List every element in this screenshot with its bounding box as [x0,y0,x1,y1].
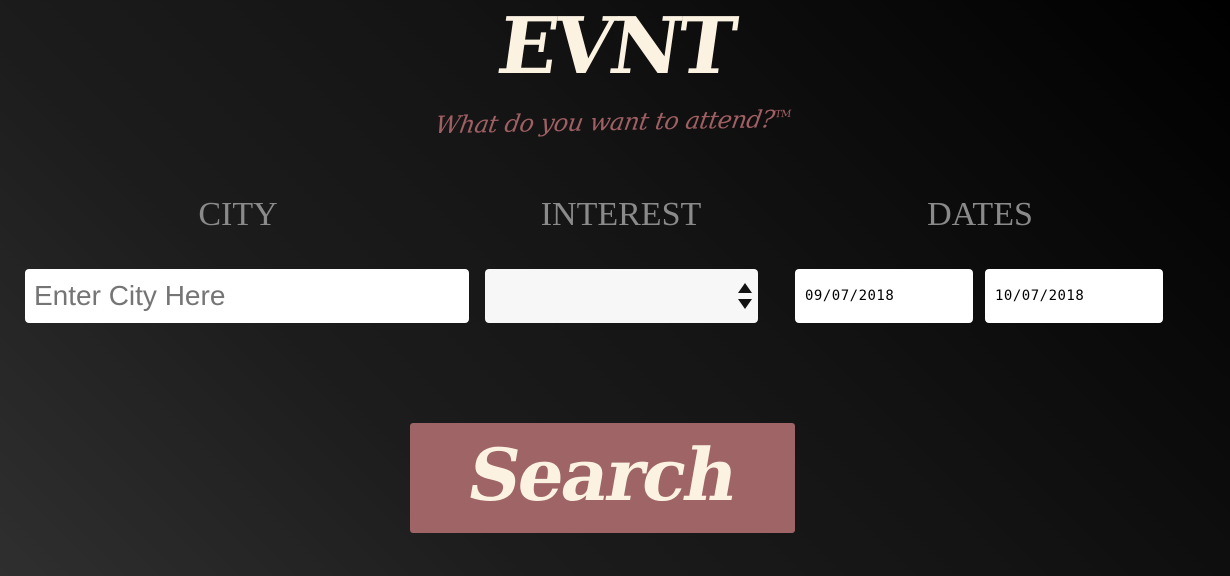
start-date-input[interactable]: 09/07/2018 [795,269,973,323]
end-date-value: 10/07/2018 [995,288,1085,304]
tagline: What do you want to attend?TM [433,105,799,139]
city-label: CITY [198,196,278,233]
search-button[interactable]: Search [410,423,795,533]
trademark-mark: TM [773,108,792,121]
city-input[interactable] [25,269,469,323]
dates-label: DATES [927,196,1033,233]
interest-label: INTEREST [540,196,702,233]
search-button-label: Search [461,431,744,517]
start-date-value: 09/07/2018 [805,288,895,304]
logo: EVNT [492,1,739,92]
interest-select[interactable] [485,269,758,323]
tagline-text: What do you want to attend? [433,105,777,140]
end-date-input[interactable]: 10/07/2018 [985,269,1163,323]
up-down-arrows-icon [738,283,752,309]
